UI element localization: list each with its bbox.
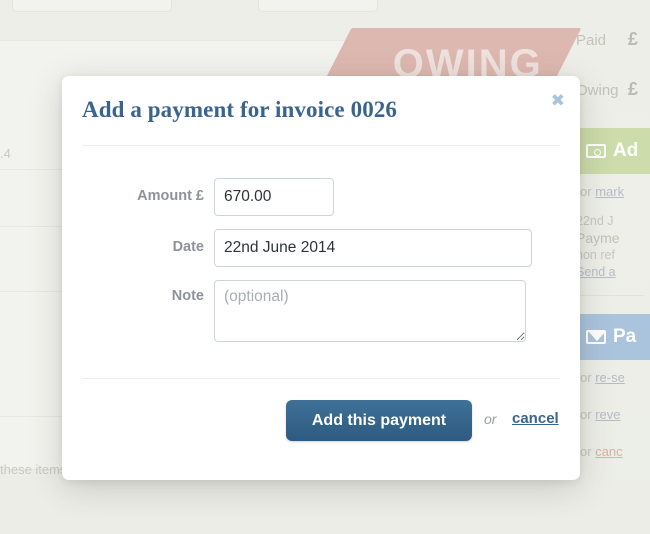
payment-history-line2: non ref (576, 248, 615, 262)
banknote-icon (586, 144, 606, 158)
stat-paid-amount: £ (628, 29, 639, 49)
resend-link[interactable]: re-se (595, 370, 625, 385)
email-invoice-button[interactable]: Pa (574, 314, 650, 360)
revert-link[interactable]: reve (595, 407, 620, 422)
amount-input[interactable] (214, 178, 334, 216)
payment-history-item: 22nd J Payme non ref Send a (576, 213, 650, 281)
note-textarea[interactable] (214, 280, 526, 342)
close-icon[interactable]: ✖ (551, 92, 565, 109)
background-faint-number: .4 (0, 146, 11, 161)
envelope-icon (586, 330, 606, 344)
email-invoice-button-label: Pa (613, 326, 637, 347)
cancel-link[interactable]: cancel (512, 410, 559, 427)
sidebar-divider (576, 295, 644, 296)
revert-prefix: or (580, 407, 592, 422)
mark-paid-row[interactable]: or mark (580, 184, 650, 199)
note-label: Note (171, 288, 204, 304)
cancel-invoice-link[interactable]: canc (595, 444, 622, 459)
resend-action-row[interactable]: or re-se (580, 370, 650, 385)
add-payment-button-label: Ad (613, 140, 639, 161)
mark-paid-prefix: or (580, 184, 592, 199)
cancel-prefix: or (580, 444, 592, 459)
modal-top-divider (82, 145, 560, 146)
stat-owing-amount: £ (628, 79, 639, 99)
add-payment-modal: Add a payment for invoice 0026 ✖ Amount … (62, 76, 580, 480)
payment-history-date: 22nd J (576, 214, 614, 228)
stat-owing: Owing £ (570, 70, 650, 120)
send-receipt-link[interactable]: Send a (576, 264, 650, 281)
amount-label: Amount £ (137, 188, 204, 204)
background-tab-1 (12, 0, 172, 12)
revert-action-row[interactable]: or reve (580, 407, 650, 422)
stat-paid-label: Paid (576, 32, 607, 49)
modal-bottom-divider (82, 378, 560, 379)
modal-title: Add a payment for invoice 0026 (82, 97, 397, 122)
payment-history-line1: Payme (576, 230, 620, 246)
background-tabs (8, 0, 648, 12)
add-payment-button[interactable]: Ad (574, 128, 650, 174)
add-this-payment-button[interactable]: Add this payment (286, 400, 472, 441)
stat-paid: Paid £ (570, 20, 650, 70)
resend-prefix: or (580, 370, 592, 385)
date-label: Date (172, 239, 204, 255)
or-label: or (484, 411, 497, 427)
mark-paid-link[interactable]: mark (595, 184, 624, 199)
background-faint-label: these items (0, 462, 67, 477)
cancel-action-row[interactable]: or canc (580, 444, 650, 459)
stat-owing-label: Owing (576, 82, 619, 99)
date-input[interactable] (214, 229, 532, 267)
background-tab-2 (258, 0, 378, 12)
